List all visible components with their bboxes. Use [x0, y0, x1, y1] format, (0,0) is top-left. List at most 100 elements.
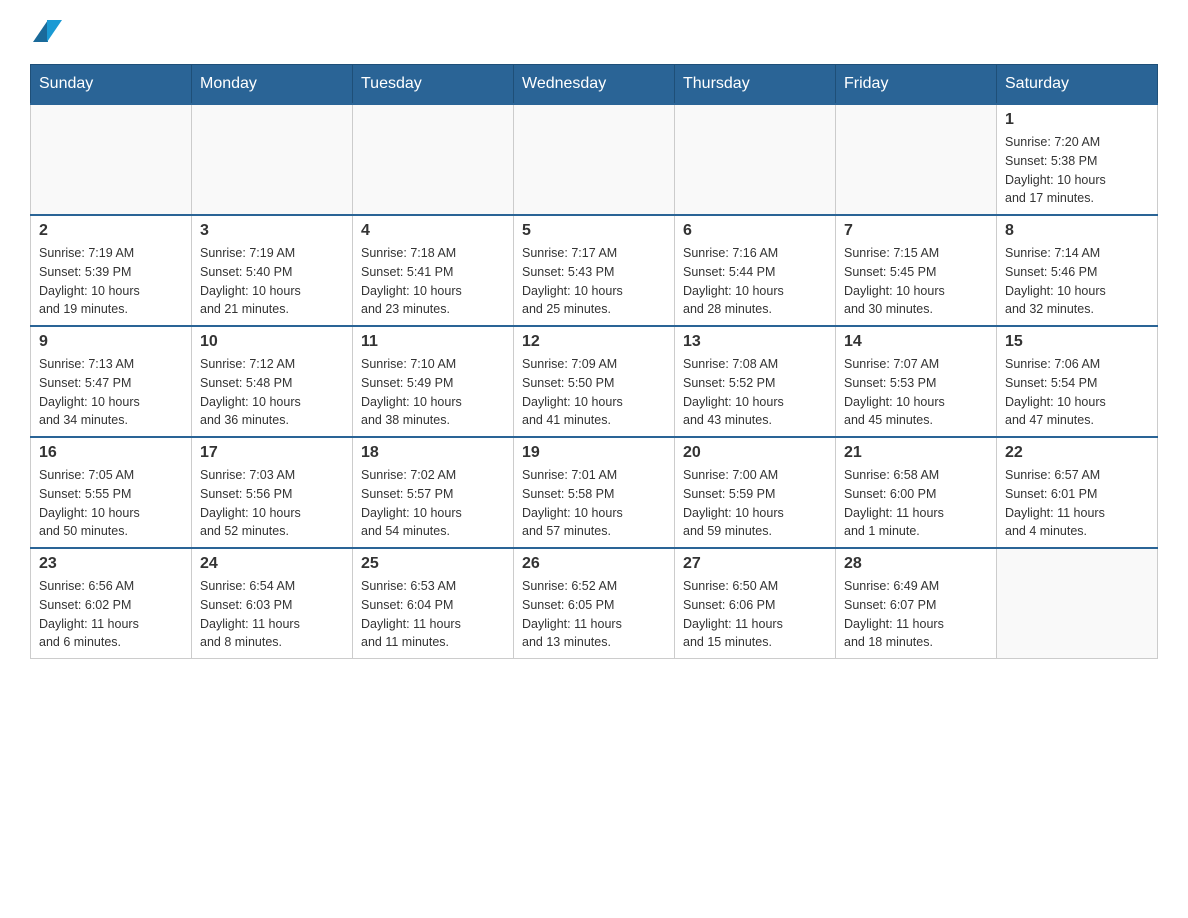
weekday-header-saturday: Saturday: [997, 65, 1158, 105]
day-info: Sunrise: 7:01 AM Sunset: 5:58 PM Dayligh…: [522, 466, 666, 541]
day-number: 28: [844, 555, 988, 573]
calendar-cell: 26 Sunrise: 6:52 AM Sunset: 6:05 PM Dayli…: [514, 548, 675, 659]
calendar-cell: [997, 548, 1158, 659]
calendar-cell: [836, 104, 997, 215]
day-number: 1: [1005, 111, 1149, 129]
day-number: 24: [200, 555, 344, 573]
calendar-cell: 21Sunrise: 6:58 AM Sunset: 6:00 PM Dayli…: [836, 437, 997, 548]
weekday-header-tuesday: Tuesday: [353, 65, 514, 105]
day-number: 25: [361, 555, 505, 573]
calendar-cell: 17 Sunrise: 7:03 AM Sunset: 5:56 PM Dayli…: [192, 437, 353, 548]
day-number: 23: [39, 555, 183, 573]
week-row-1: 1 Sunrise: 7:20 AM Sunset: 5:38 PM Daylig…: [31, 104, 1158, 215]
day-number: 12: [522, 333, 666, 351]
calendar-cell: [675, 104, 836, 215]
day-number: 15: [1005, 333, 1149, 351]
day-info: Sunrise: 6:53 AM Sunset: 6:04 PM Dayligh…: [361, 577, 505, 652]
day-info: Sunrise: 7:07 AM Sunset: 5:53 PM Dayligh…: [844, 355, 988, 430]
calendar-cell: 23 Sunrise: 6:56 AM Sunset: 6:02 PM Dayli…: [31, 548, 192, 659]
calendar-cell: 10 Sunrise: 7:12 AM Sunset: 5:48 PM Dayli…: [192, 326, 353, 437]
day-info: Sunrise: 7:17 AM Sunset: 5:43 PM Dayligh…: [522, 244, 666, 319]
day-info: Sunrise: 7:13 AM Sunset: 5:47 PM Dayligh…: [39, 355, 183, 430]
day-info: Sunrise: 7:08 AM Sunset: 5:52 PM Dayligh…: [683, 355, 827, 430]
day-info: Sunrise: 6:58 AM Sunset: 6:00 PM Dayligh…: [844, 466, 988, 541]
calendar-cell: 28 Sunrise: 6:49 AM Sunset: 6:07 PM Dayli…: [836, 548, 997, 659]
day-info: Sunrise: 7:18 AM Sunset: 5:41 PM Dayligh…: [361, 244, 505, 319]
weekday-header-sunday: Sunday: [31, 65, 192, 105]
day-number: 4: [361, 222, 505, 240]
day-info: Sunrise: 6:54 AM Sunset: 6:03 PM Dayligh…: [200, 577, 344, 652]
calendar-cell: 1 Sunrise: 7:20 AM Sunset: 5:38 PM Daylig…: [997, 104, 1158, 215]
day-info: Sunrise: 7:19 AM Sunset: 5:39 PM Dayligh…: [39, 244, 183, 319]
calendar-cell: 2 Sunrise: 7:19 AM Sunset: 5:39 PM Daylig…: [31, 215, 192, 326]
calendar-cell: 11 Sunrise: 7:10 AM Sunset: 5:49 PM Dayli…: [353, 326, 514, 437]
calendar-cell: 22 Sunrise: 6:57 AM Sunset: 6:01 PM Dayli…: [997, 437, 1158, 548]
calendar-cell: 3 Sunrise: 7:19 AM Sunset: 5:40 PM Daylig…: [192, 215, 353, 326]
day-number: 6: [683, 222, 827, 240]
day-number: 8: [1005, 222, 1149, 240]
day-info: Sunrise: 7:03 AM Sunset: 5:56 PM Dayligh…: [200, 466, 344, 541]
calendar-cell: 18Sunrise: 7:02 AM Sunset: 5:57 PM Dayli…: [353, 437, 514, 548]
day-number: 3: [200, 222, 344, 240]
weekday-header-monday: Monday: [192, 65, 353, 105]
day-number: 20: [683, 444, 827, 462]
logo-triangle-light: [47, 20, 62, 42]
calendar-cell: 6 Sunrise: 7:16 AM Sunset: 5:44 PM Daylig…: [675, 215, 836, 326]
day-info: Sunrise: 7:14 AM Sunset: 5:46 PM Dayligh…: [1005, 244, 1149, 319]
day-info: Sunrise: 7:12 AM Sunset: 5:48 PM Dayligh…: [200, 355, 344, 430]
calendar-cell: [31, 104, 192, 215]
day-number: 22: [1005, 444, 1149, 462]
day-info: Sunrise: 6:52 AM Sunset: 6:05 PM Dayligh…: [522, 577, 666, 652]
day-number: 26: [522, 555, 666, 573]
day-number: 2: [39, 222, 183, 240]
day-info: Sunrise: 6:57 AM Sunset: 6:01 PM Dayligh…: [1005, 466, 1149, 541]
day-info: Sunrise: 7:16 AM Sunset: 5:44 PM Dayligh…: [683, 244, 827, 319]
calendar-cell: [514, 104, 675, 215]
day-info: Sunrise: 7:19 AM Sunset: 5:40 PM Dayligh…: [200, 244, 344, 319]
calendar-cell: 4 Sunrise: 7:18 AM Sunset: 5:41 PM Daylig…: [353, 215, 514, 326]
day-number: 9: [39, 333, 183, 351]
calendar-cell: 27 Sunrise: 6:50 AM Sunset: 6:06 PM Dayli…: [675, 548, 836, 659]
day-number: 11: [361, 333, 505, 351]
page-header: [30, 20, 1158, 44]
calendar-cell: 13 Sunrise: 7:08 AM Sunset: 5:52 PM Dayli…: [675, 326, 836, 437]
day-info: Sunrise: 6:49 AM Sunset: 6:07 PM Dayligh…: [844, 577, 988, 652]
calendar-cell: 19 Sunrise: 7:01 AM Sunset: 5:58 PM Dayli…: [514, 437, 675, 548]
calendar-cell: 9 Sunrise: 7:13 AM Sunset: 5:47 PM Daylig…: [31, 326, 192, 437]
calendar-cell: 25 Sunrise: 6:53 AM Sunset: 6:04 PM Dayli…: [353, 548, 514, 659]
day-number: 5: [522, 222, 666, 240]
week-row-5: 23 Sunrise: 6:56 AM Sunset: 6:02 PM Dayli…: [31, 548, 1158, 659]
calendar-cell: 12Sunrise: 7:09 AM Sunset: 5:50 PM Dayli…: [514, 326, 675, 437]
week-row-2: 2 Sunrise: 7:19 AM Sunset: 5:39 PM Daylig…: [31, 215, 1158, 326]
day-info: Sunrise: 7:10 AM Sunset: 5:49 PM Dayligh…: [361, 355, 505, 430]
day-info: Sunrise: 7:02 AM Sunset: 5:57 PM Dayligh…: [361, 466, 505, 541]
day-info: Sunrise: 6:50 AM Sunset: 6:06 PM Dayligh…: [683, 577, 827, 652]
day-number: 27: [683, 555, 827, 573]
day-number: 10: [200, 333, 344, 351]
day-number: 14: [844, 333, 988, 351]
day-number: 13: [683, 333, 827, 351]
calendar-cell: 15 Sunrise: 7:06 AM Sunset: 5:54 PM Dayli…: [997, 326, 1158, 437]
day-info: Sunrise: 7:06 AM Sunset: 5:54 PM Dayligh…: [1005, 355, 1149, 430]
weekday-header-friday: Friday: [836, 65, 997, 105]
day-info: Sunrise: 6:56 AM Sunset: 6:02 PM Dayligh…: [39, 577, 183, 652]
day-number: 19: [522, 444, 666, 462]
calendar-cell: 16Sunrise: 7:05 AM Sunset: 5:55 PM Dayli…: [31, 437, 192, 548]
day-info: Sunrise: 7:05 AM Sunset: 5:55 PM Dayligh…: [39, 466, 183, 541]
calendar-cell: 14 Sunrise: 7:07 AM Sunset: 5:53 PM Dayli…: [836, 326, 997, 437]
week-row-3: 9 Sunrise: 7:13 AM Sunset: 5:47 PM Daylig…: [31, 326, 1158, 437]
weekday-header-wednesday: Wednesday: [514, 65, 675, 105]
day-number: 17: [200, 444, 344, 462]
calendar-cell: [353, 104, 514, 215]
day-info: Sunrise: 7:20 AM Sunset: 5:38 PM Dayligh…: [1005, 133, 1149, 208]
day-number: 7: [844, 222, 988, 240]
logo: [30, 20, 70, 44]
calendar-cell: 7 Sunrise: 7:15 AM Sunset: 5:45 PM Daylig…: [836, 215, 997, 326]
calendar-cell: 20 Sunrise: 7:00 AM Sunset: 5:59 PM Dayli…: [675, 437, 836, 548]
day-info: Sunrise: 7:00 AM Sunset: 5:59 PM Dayligh…: [683, 466, 827, 541]
day-info: Sunrise: 7:15 AM Sunset: 5:45 PM Dayligh…: [844, 244, 988, 319]
calendar-cell: [192, 104, 353, 215]
week-row-4: 16Sunrise: 7:05 AM Sunset: 5:55 PM Dayli…: [31, 437, 1158, 548]
logo-triangle-dark: [33, 20, 48, 42]
calendar-cell: 5 Sunrise: 7:17 AM Sunset: 5:43 PM Daylig…: [514, 215, 675, 326]
